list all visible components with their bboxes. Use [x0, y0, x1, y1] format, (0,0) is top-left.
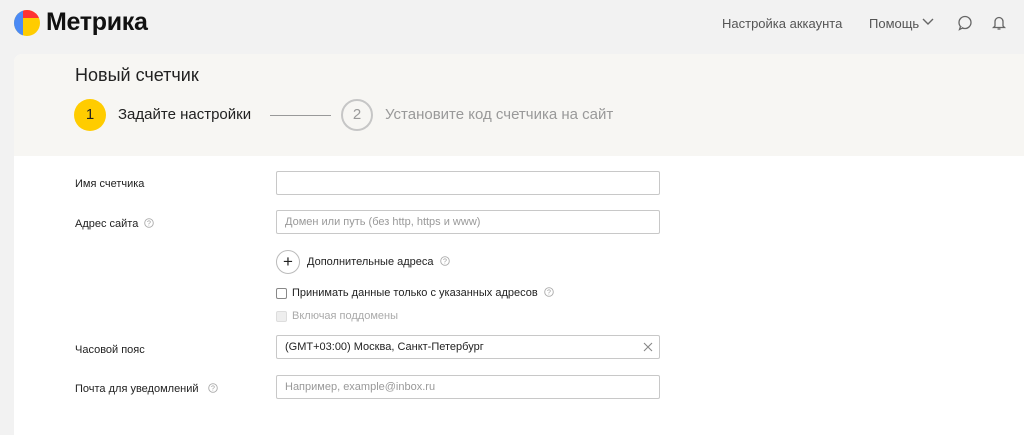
step-1-label: Задайте настройки — [118, 106, 252, 123]
help-icon[interactable]: ? — [144, 218, 155, 228]
close-icon[interactable] — [643, 342, 653, 352]
only-listed-row[interactable]: Принимать данные только с указанных адре… — [292, 287, 554, 299]
metrika-logo[interactable] — [14, 10, 40, 36]
only-listed-label[interactable]: Принимать данные только с указанных адре… — [292, 287, 538, 299]
new-counter-card: Новый счетчик 1 Задайте настройки 2 Уста… — [14, 54, 1024, 435]
help-icon[interactable]: ? — [207, 383, 218, 393]
extra-addresses-row[interactable]: Дополнительные адреса ? — [307, 256, 450, 268]
account-settings-link[interactable]: Настройка аккаунта — [722, 16, 842, 31]
counter-name-label: Имя счетчика — [75, 178, 145, 190]
add-address-button[interactable]: + — [276, 250, 300, 274]
step-1-number: 1 — [74, 99, 106, 131]
extra-addresses-label[interactable]: Дополнительные адреса — [307, 256, 434, 268]
help-icon[interactable]: ? — [544, 287, 554, 297]
brand-name[interactable]: Метрика — [46, 8, 148, 37]
step-connector — [270, 115, 331, 116]
chat-icon[interactable] — [957, 15, 973, 31]
card-header: Новый счетчик 1 Задайте настройки 2 Уста… — [14, 54, 1024, 156]
svg-text:?: ? — [147, 221, 151, 228]
step-2-label: Установите код счетчика на сайт — [385, 106, 614, 123]
timezone-select[interactable]: (GMT+03:00) Москва, Санкт-Петербург — [276, 335, 660, 359]
site-address-label-row: Адрес сайта ? — [75, 218, 155, 230]
svg-text:?: ? — [211, 386, 215, 393]
timezone-label: Часовой пояс — [75, 344, 145, 356]
subdomains-label: Включая поддомены — [292, 310, 399, 322]
top-bar: Метрика Настройка аккаунта Помощь — [0, 0, 1024, 48]
bell-icon[interactable] — [992, 15, 1006, 31]
email-input[interactable]: Например, example@inbox.ru — [276, 375, 660, 399]
page-title: Новый счетчик — [75, 65, 199, 85]
timezone-value: (GMT+03:00) Москва, Санкт-Петербург — [285, 341, 484, 353]
svg-text:?: ? — [547, 290, 551, 297]
help-icon[interactable]: ? — [439, 256, 450, 266]
site-address-label: Адрес сайта — [75, 218, 139, 230]
site-address-input[interactable]: Домен или путь (без http, https и www) — [276, 210, 660, 234]
only-listed-checkbox[interactable] — [276, 288, 287, 299]
step-2-number: 2 — [341, 99, 373, 131]
help-menu[interactable]: Помощь — [869, 16, 919, 31]
chevron-down-icon[interactable] — [922, 17, 934, 27]
counter-name-input[interactable] — [276, 171, 660, 195]
svg-text:?: ? — [443, 259, 447, 266]
subdomains-checkbox — [276, 311, 287, 322]
email-label-row: Почта для уведомлений ? — [75, 383, 218, 395]
email-label: Почта для уведомлений — [75, 383, 199, 395]
